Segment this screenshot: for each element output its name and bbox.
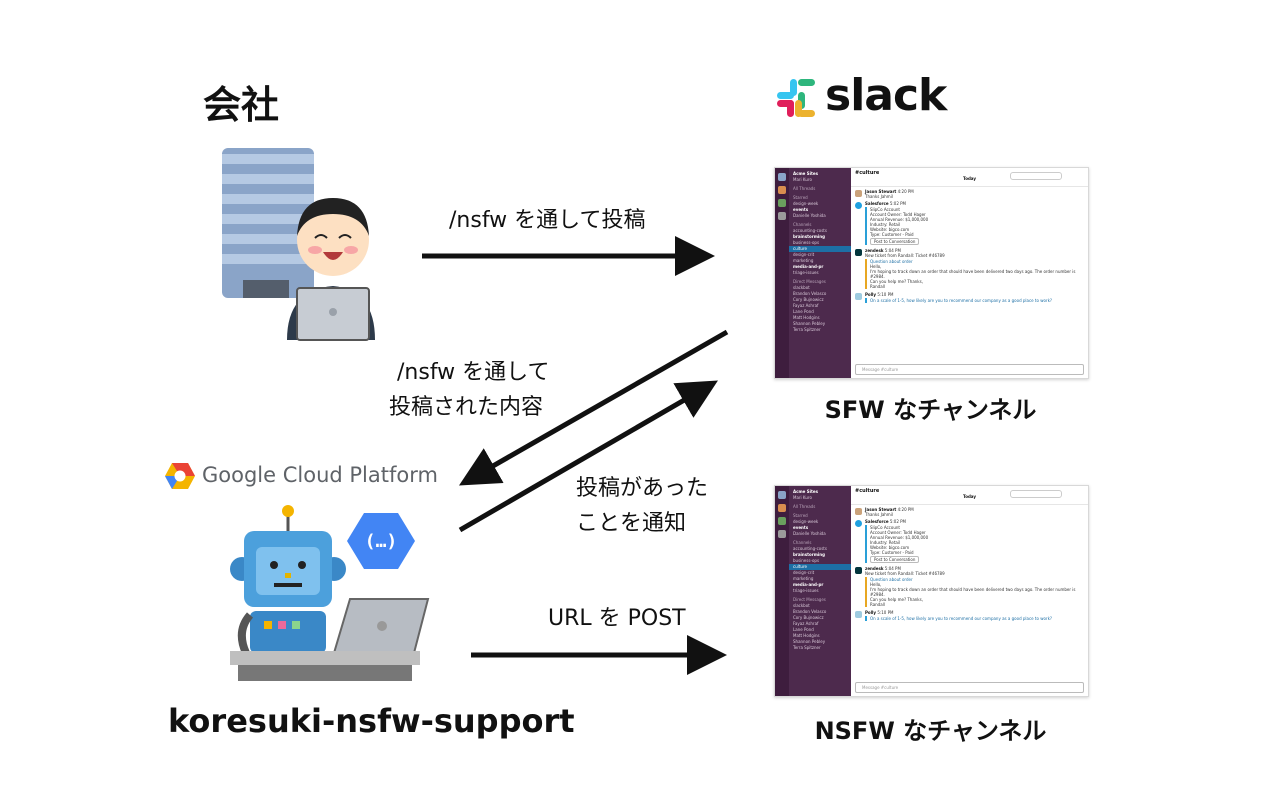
nsfw-channel-caption: NSFW なチャンネル <box>814 717 1047 745</box>
label-post-via-nsfw: /nsfw を通して投稿 <box>449 208 646 233</box>
sfw-slack-window: Acme Sites Mari Kuro All Threads Starred… <box>774 167 1089 379</box>
label-notify-2: ことを通知 <box>576 511 687 536</box>
workspace-rail <box>775 486 789 696</box>
label-posted-content-1: /nsfw を通して <box>397 360 550 385</box>
nsfw-slack-window: Acme Sites Mari Kuro All Threads Starred… <box>774 485 1089 697</box>
sfw-channel-caption: SFW なチャンネル <box>824 396 1037 424</box>
label-notify-1: 投稿があった <box>576 476 709 501</box>
label-posted-content-2: 投稿された内容 <box>389 395 544 420</box>
label-url-post: URL を POST <box>548 606 686 631</box>
message-composer[interactable]: Message #culture <box>855 364 1084 375</box>
slack-logo-icon <box>777 79 815 117</box>
channel-sidebar: Acme Sites Mari Kuro All Threads Starred… <box>789 486 851 696</box>
slack-logo-text: slack <box>825 70 947 121</box>
workspace-rail <box>775 168 789 378</box>
message-composer[interactable]: Message #culture <box>855 682 1084 693</box>
channel-sidebar: Acme Sites Mari Kuro All Threads Starred… <box>789 168 851 378</box>
